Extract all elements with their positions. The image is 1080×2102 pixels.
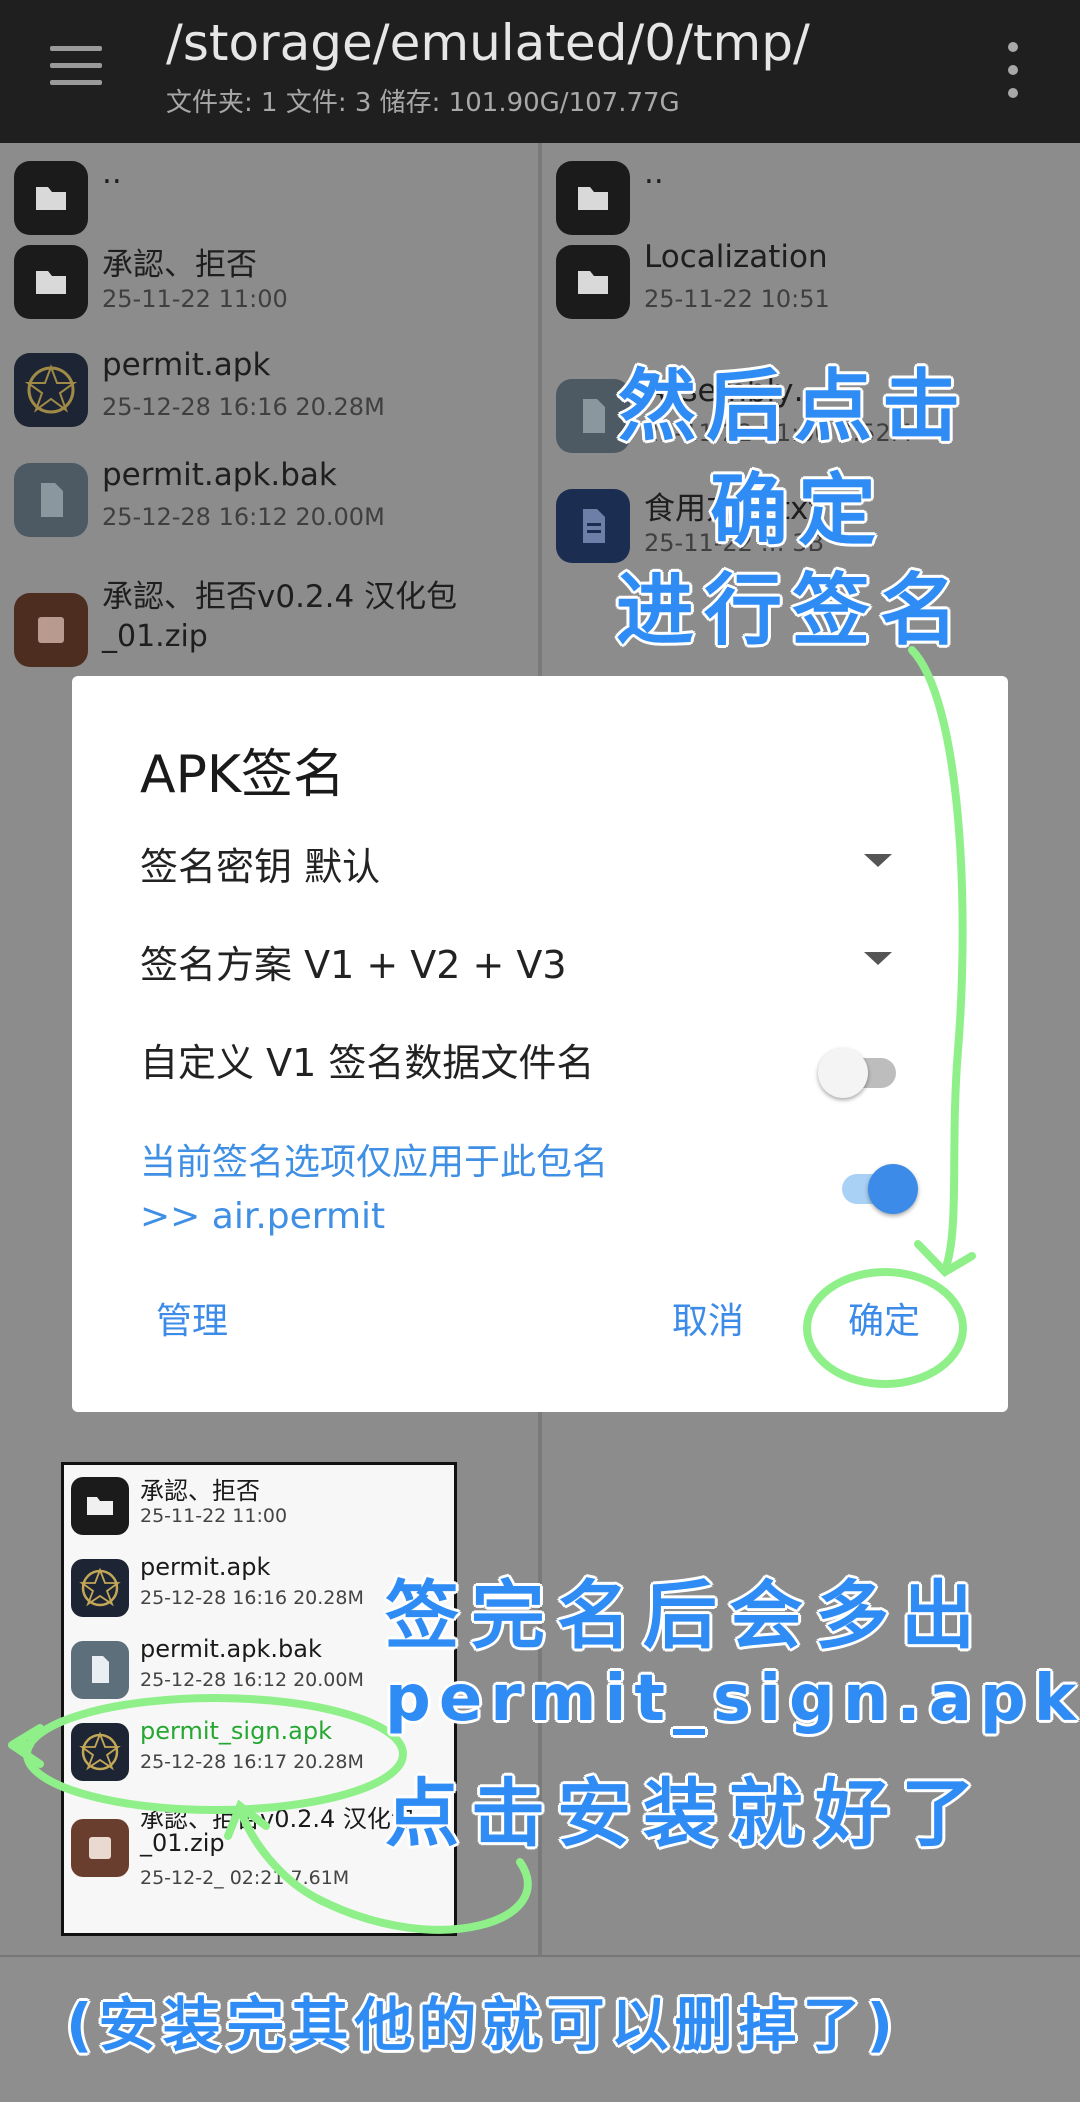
annotation-top-line2: 确定	[710, 466, 887, 556]
annotation-mid-line1: 签完名后会多出	[385, 1573, 987, 1659]
annotation-mid-line2: permit_sign.apk	[385, 1662, 1080, 1736]
annotation-mid-line3: 点击安装就好了	[385, 1771, 987, 1857]
annotation-top-line3: 进行签名	[616, 566, 969, 656]
annotation-top-line1: 然后点击	[618, 362, 971, 452]
annotation-bottom: (安装完其他的就可以删掉了)	[66, 1991, 900, 2059]
